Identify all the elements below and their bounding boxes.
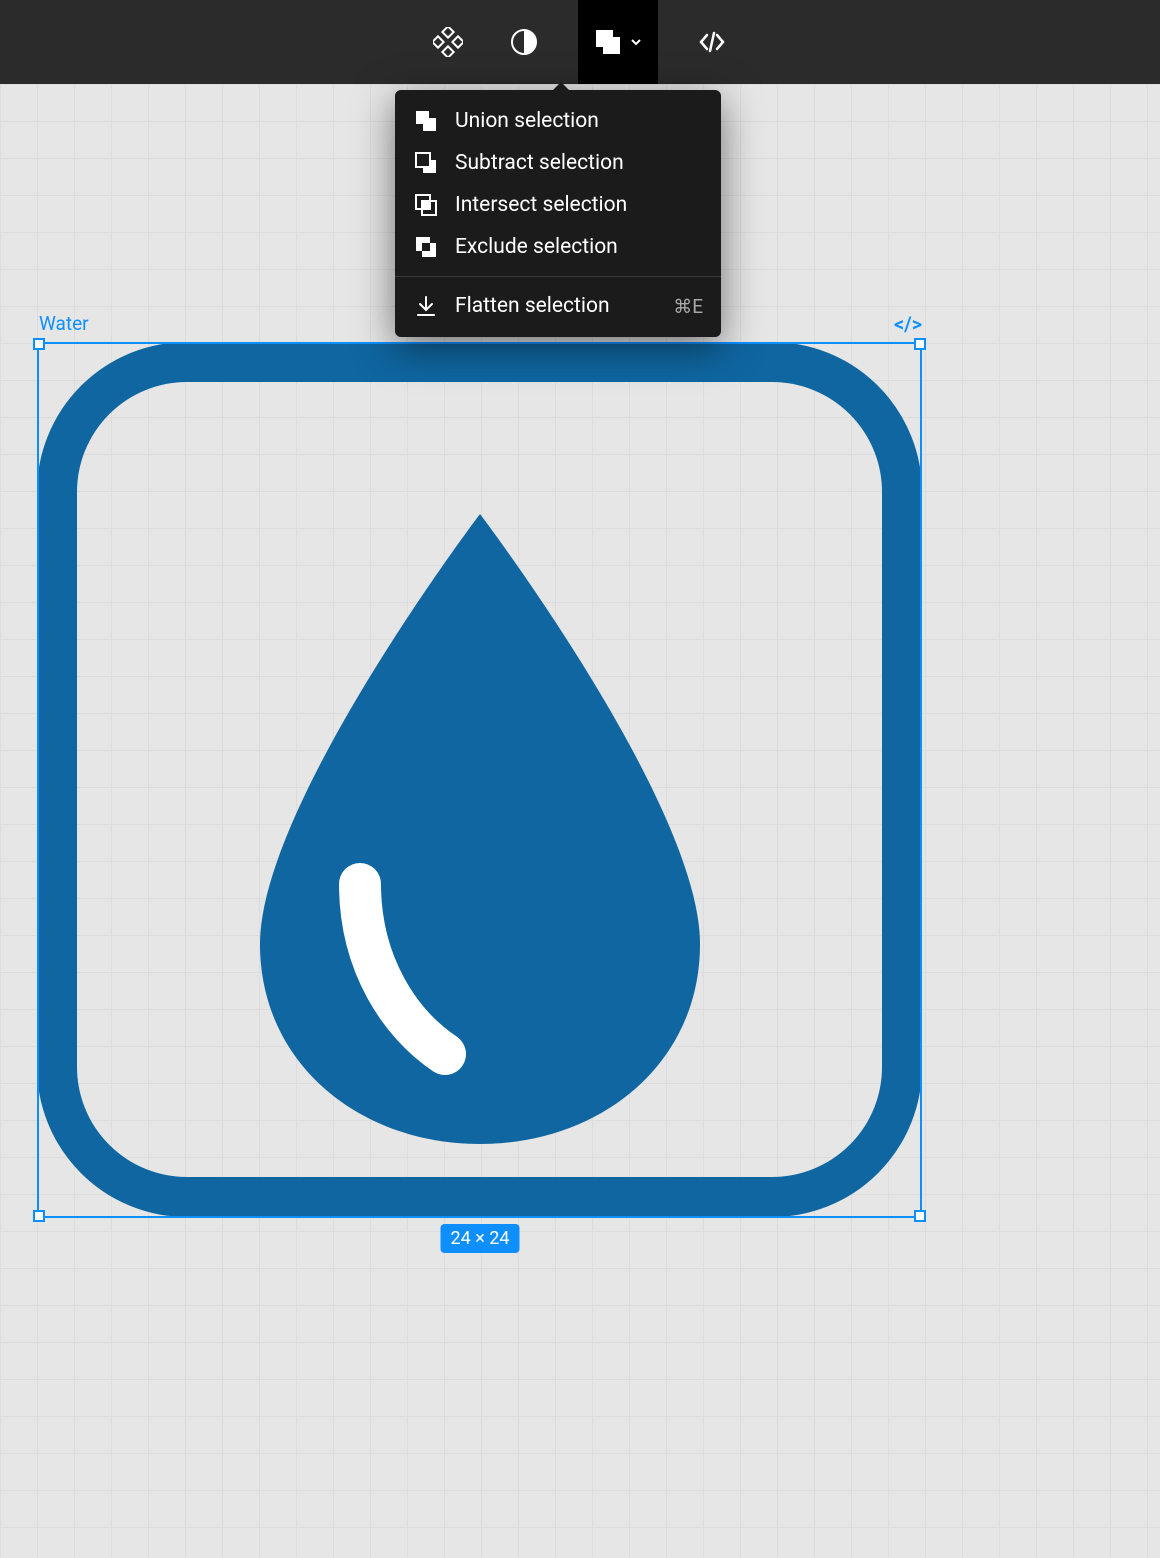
menu-item-intersect[interactable]: Intersect selection bbox=[395, 184, 721, 226]
menu-item-label: Flatten selection bbox=[455, 294, 610, 318]
boolean-icon bbox=[594, 28, 622, 56]
boolean-tool[interactable] bbox=[578, 0, 658, 84]
union-icon bbox=[413, 108, 439, 134]
code-icon bbox=[697, 27, 727, 57]
resize-handle-tr[interactable] bbox=[914, 338, 926, 350]
menu-item-shortcut: ⌘E bbox=[673, 295, 703, 318]
toolbar bbox=[0, 0, 1160, 84]
menu-item-label: Exclude selection bbox=[455, 235, 618, 259]
selection-bounds[interactable] bbox=[37, 342, 922, 1218]
resize-handle-tl[interactable] bbox=[33, 338, 45, 350]
selection-code-badge[interactable]: </> bbox=[894, 312, 922, 336]
menu-item-flatten[interactable]: Flatten selection ⌘E bbox=[395, 285, 721, 327]
selection-label[interactable]: Water bbox=[39, 312, 89, 335]
boolean-dropdown: Union selection Subtract selection bbox=[395, 90, 721, 337]
resize-handle-br[interactable] bbox=[914, 1210, 926, 1222]
menu-item-label: Intersect selection bbox=[455, 193, 627, 217]
menu-separator bbox=[395, 276, 721, 277]
menu-item-label: Union selection bbox=[455, 109, 599, 133]
mask-tool[interactable] bbox=[502, 20, 546, 64]
menu-item-exclude[interactable]: Exclude selection bbox=[395, 226, 721, 268]
mask-icon bbox=[510, 28, 538, 56]
menu-item-label: Subtract selection bbox=[455, 151, 624, 175]
app-root: Water </> 24 × 24 bbox=[0, 0, 1160, 1558]
code-tool[interactable] bbox=[690, 20, 734, 64]
intersect-icon bbox=[413, 192, 439, 218]
chevron-down-icon bbox=[630, 36, 642, 48]
components-icon bbox=[433, 27, 463, 57]
exclude-icon bbox=[413, 234, 439, 260]
resize-handle-bl[interactable] bbox=[33, 1210, 45, 1222]
menu-item-union[interactable]: Union selection bbox=[395, 100, 721, 142]
subtract-icon bbox=[413, 150, 439, 176]
flatten-icon bbox=[413, 293, 439, 319]
components-tool[interactable] bbox=[426, 20, 470, 64]
selection-dimensions: 24 × 24 bbox=[440, 1224, 519, 1253]
menu-item-subtract[interactable]: Subtract selection bbox=[395, 142, 721, 184]
